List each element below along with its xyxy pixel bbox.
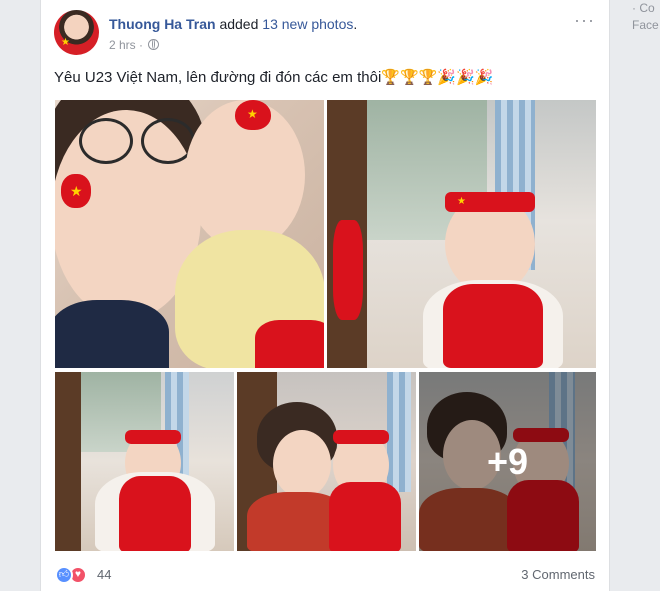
- author-name-link[interactable]: Thuong Ha Tran: [109, 16, 216, 32]
- sidebar-line-2: Face: [632, 18, 659, 32]
- post-message: Yêu U23 Việt Nam, lên đường đi đón các e…: [54, 69, 494, 86]
- meta-separator: ·: [135, 38, 147, 52]
- more-options-icon[interactable]: ···: [574, 10, 595, 31]
- action-pre-text: added: [215, 16, 263, 32]
- reaction-count[interactable]: 44: [97, 567, 111, 582]
- thumbs-up-icon: 👍︎: [55, 566, 73, 584]
- background-curtain: [387, 372, 411, 492]
- woman-sweater: [55, 300, 169, 368]
- photo-2[interactable]: ★: [327, 100, 596, 368]
- vietnam-bandana: [125, 430, 181, 444]
- vietnam-bandana: [333, 430, 389, 444]
- globe-icon[interactable]: [148, 39, 160, 50]
- baby-red-dress: [443, 284, 543, 368]
- sidebar-fragment: · Co Face: [632, 0, 660, 34]
- post-timestamp[interactable]: 2 hrs: [109, 38, 136, 52]
- photo-1[interactable]: ★ ★: [55, 100, 324, 368]
- cheek-star-icon: ★: [70, 183, 83, 199]
- heart-star-icon: ★: [247, 107, 258, 121]
- background-person: [333, 220, 363, 320]
- photo-3[interactable]: [55, 372, 234, 551]
- post-footer: 👍︎ ♥ 44 3 Comments: [41, 560, 609, 590]
- sidebar-line-1: · Co: [632, 1, 655, 15]
- post-meta: 2 hrs ·: [109, 38, 160, 52]
- author-avatar[interactable]: ★: [54, 10, 99, 55]
- photos-count-link[interactable]: 13 new photos: [262, 16, 353, 32]
- comments-link[interactable]: 3 Comments: [521, 567, 595, 582]
- reactions-icons[interactable]: 👍︎ ♥: [55, 566, 89, 584]
- more-photos-count: +9: [486, 440, 529, 482]
- post-header: Thuong Ha Tran added 13 new photos.: [109, 16, 357, 32]
- baby-red-dress: [329, 482, 401, 551]
- photo-4[interactable]: [237, 372, 416, 551]
- action-post-text: .: [353, 16, 358, 32]
- post-card: ★ Thuong Ha Tran added 13 new photos. 2 …: [40, 0, 610, 591]
- baby-red-dress: [255, 320, 324, 368]
- photo-5[interactable]: +9: [419, 372, 596, 551]
- woman-face: [273, 430, 331, 498]
- more-photos-overlay[interactable]: +9: [419, 372, 596, 551]
- baby-red-dress: [119, 476, 191, 551]
- background-door: [55, 372, 81, 551]
- woman-glasses-left: [79, 118, 133, 164]
- flag-star-icon: ★: [61, 37, 70, 48]
- bandana-star-icon: ★: [457, 196, 466, 207]
